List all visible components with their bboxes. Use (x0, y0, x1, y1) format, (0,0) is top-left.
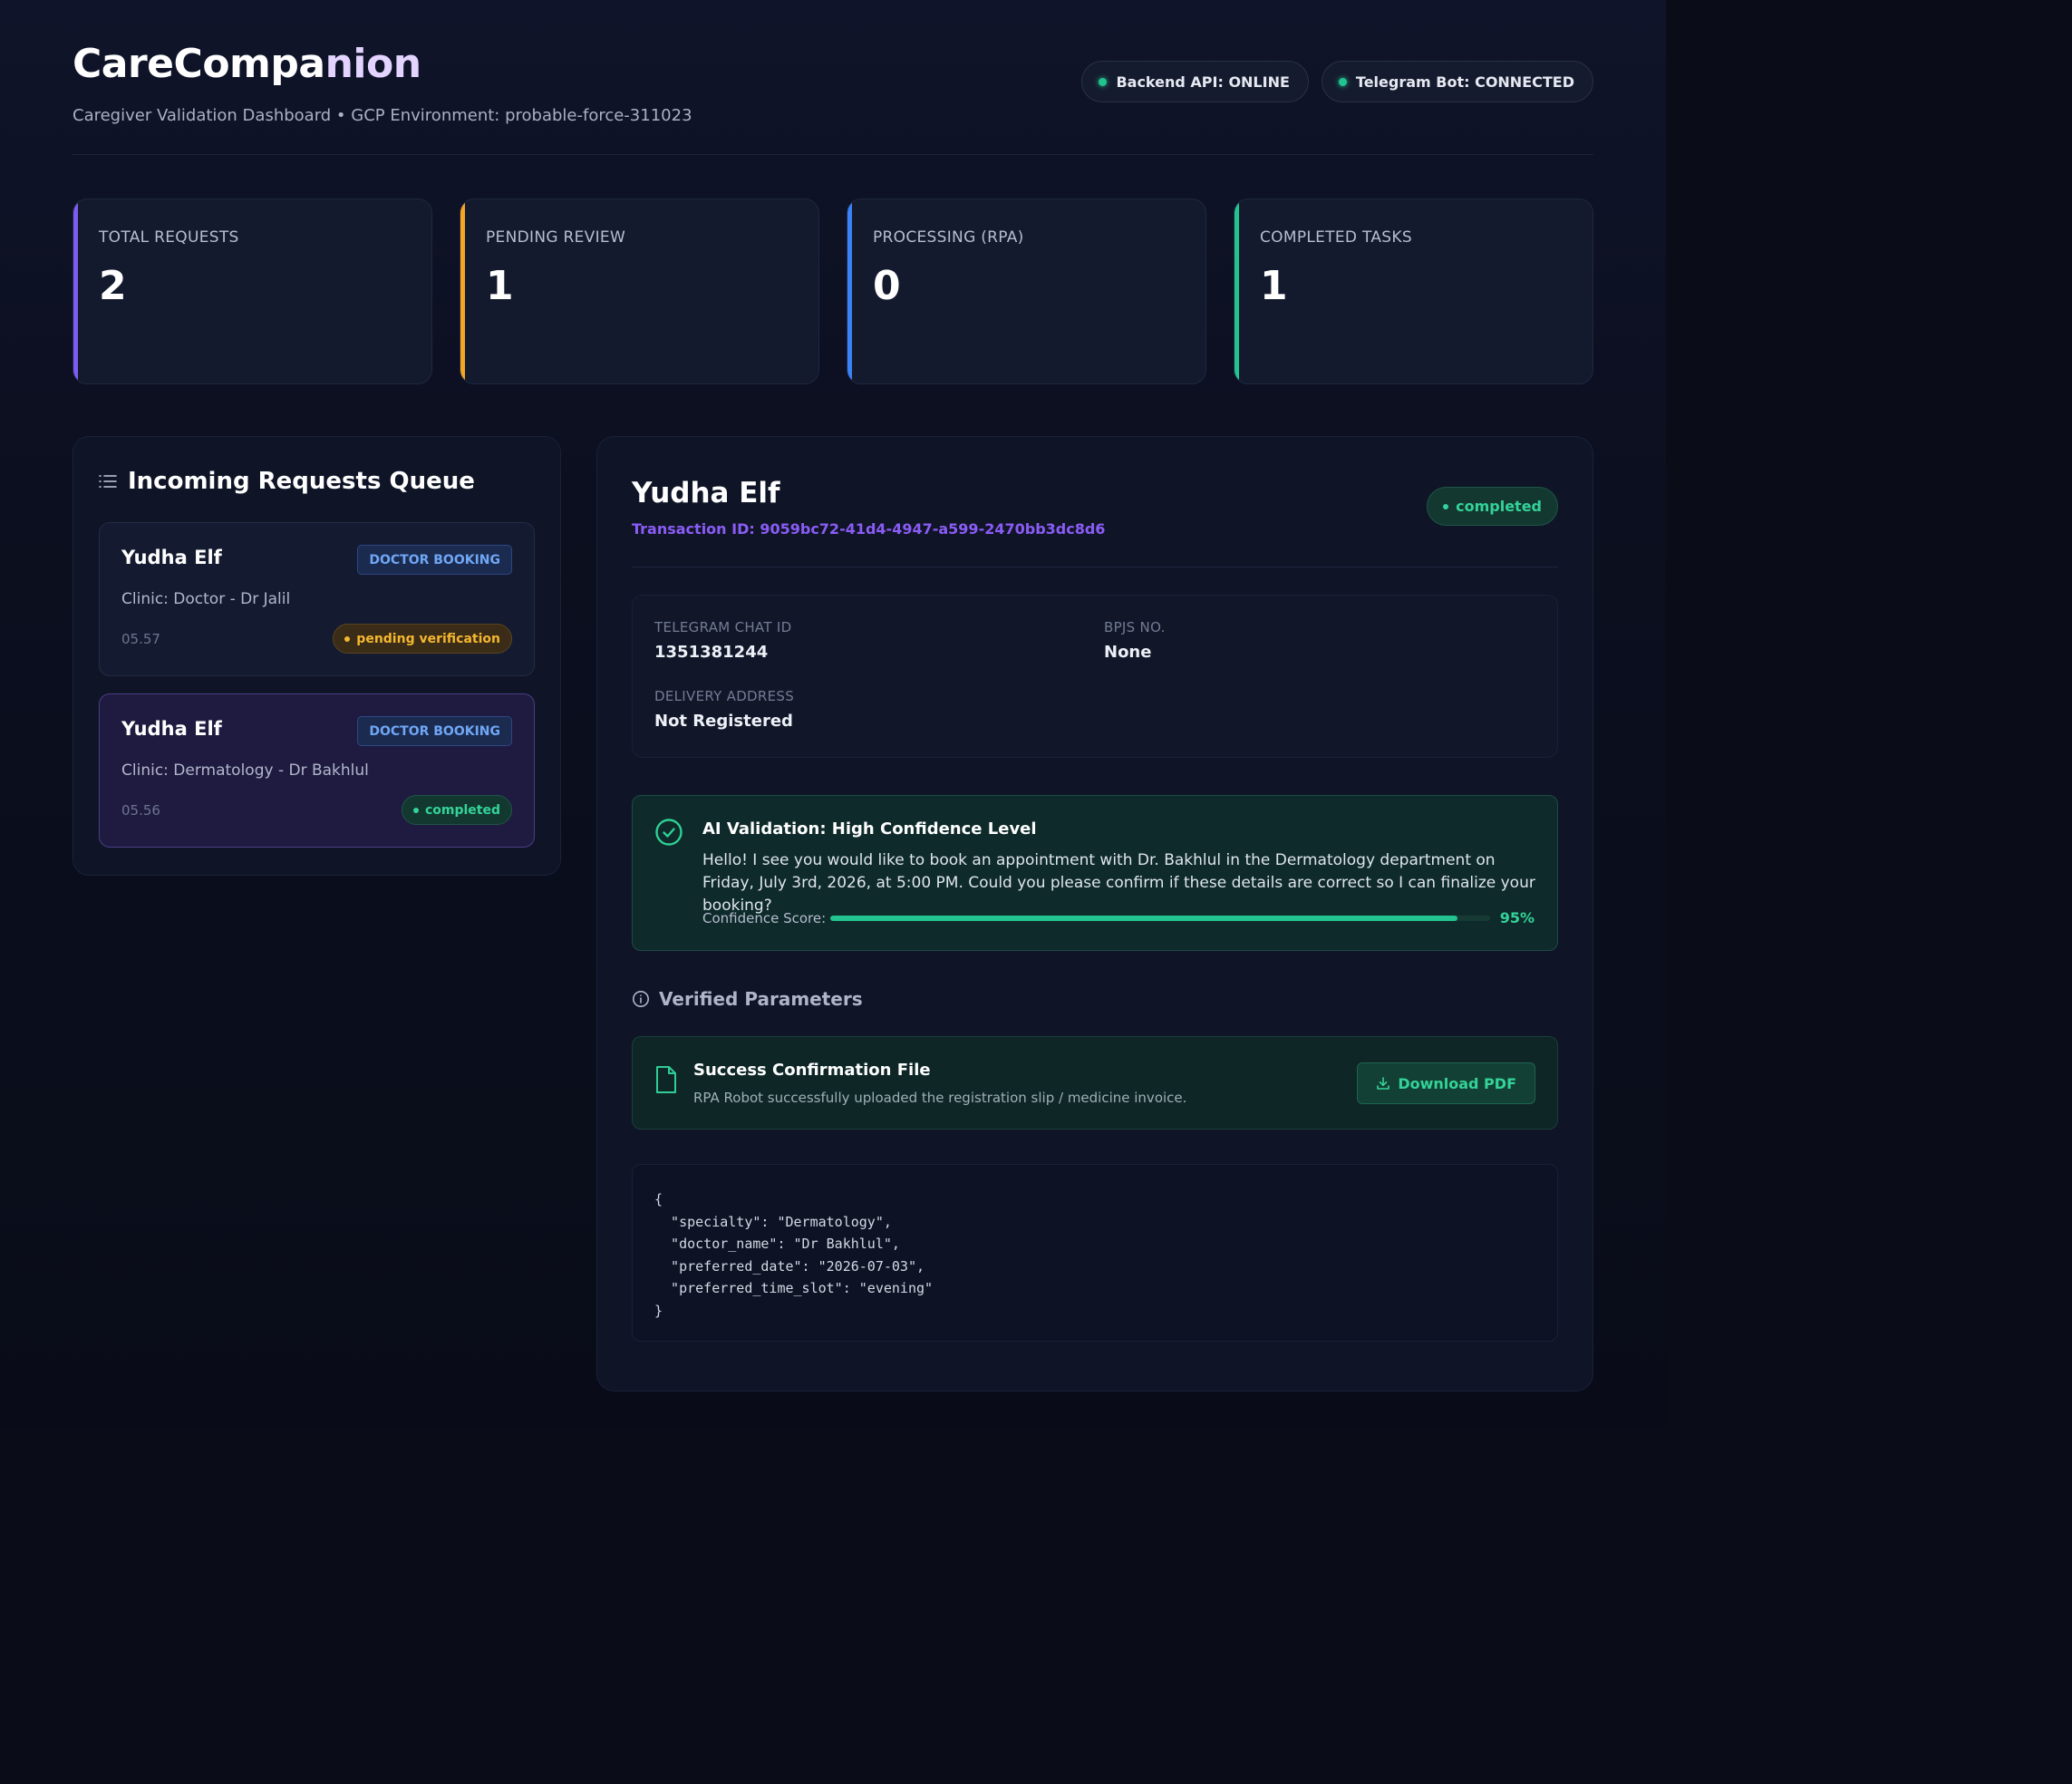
stat-value: 0 (873, 263, 901, 309)
ai-validation-card: AI Validation: High Confidence Level Hel… (632, 795, 1558, 951)
info-value: None (1104, 643, 1152, 662)
verified-parameters-label: Verified Parameters (659, 988, 863, 1010)
info-label: DELIVERY ADDRESS (654, 688, 795, 704)
request-patient-name: Yudha Elf (121, 547, 222, 568)
online-dot-icon (1338, 77, 1347, 86)
request-time: 05.56 (121, 802, 160, 819)
stat-label: TOTAL REQUESTS (99, 228, 239, 247)
stat-card-total: TOTAL REQUESTS 2 (73, 199, 432, 384)
confidence-score-value: 95% (1499, 909, 1535, 926)
page-header: CareCompanion Caregiver Validation Dashb… (73, 0, 1593, 155)
file-subtitle: RPA Robot successfully uploaded the regi… (693, 1090, 1187, 1106)
delivery-address-field: DELIVERY ADDRESS Not Registered (654, 688, 794, 731)
detail-patient-name: Yudha Elf (632, 477, 780, 509)
detail-status-label: completed (1456, 498, 1542, 515)
request-clinic: Clinic: Dermatology - Dr Bakhlul (121, 761, 369, 780)
online-dot-icon (1099, 77, 1108, 86)
status-indicators: Backend API: ONLINE Telegram Bot: CONNEC… (1081, 61, 1593, 102)
telegram-status-pill: Telegram Bot: CONNECTED (1321, 61, 1593, 102)
backend-status-label: Backend API: ONLINE (1116, 73, 1290, 91)
detail-status-badge: completed (1427, 487, 1558, 526)
request-status-badge: pending verification (333, 624, 512, 654)
confidence-score-fill (830, 916, 1457, 921)
telegram-status-label: Telegram Bot: CONNECTED (1355, 73, 1574, 91)
file-title: Success Confirmation File (693, 1061, 931, 1080)
ai-validation-title: AI Validation: High Confidence Level (702, 819, 1037, 839)
request-type-badge: DOCTOR BOOKING (357, 716, 512, 746)
confidence-score-bar (830, 916, 1490, 921)
confirmation-file-card: Success Confirmation File RPA Robot succ… (632, 1036, 1558, 1130)
request-item[interactable]: Yudha Elf DOCTOR BOOKING Clinic: Doctor … (99, 522, 535, 676)
download-pdf-label: Download PDF (1398, 1074, 1516, 1092)
request-time: 05.57 (121, 631, 160, 647)
request-clinic: Clinic: Doctor - Dr Jalil (121, 590, 291, 608)
info-value: 1351381244 (654, 643, 769, 662)
info-icon (633, 991, 649, 1007)
stat-value: 1 (1260, 263, 1288, 309)
stat-label: PROCESSING (RPA) (873, 228, 1024, 247)
check-circle-icon (655, 819, 683, 846)
request-type-badge: DOCTOR BOOKING (357, 545, 512, 575)
file-icon (656, 1066, 676, 1093)
download-pdf-button[interactable]: Download PDF (1357, 1062, 1535, 1104)
stat-value: 2 (99, 263, 127, 309)
status-dot-icon (1443, 503, 1449, 509)
stat-label: COMPLETED TASKS (1260, 228, 1412, 247)
info-label: BPJS NO. (1104, 619, 1166, 635)
request-status-badge: completed (401, 795, 512, 825)
list-icon (99, 475, 117, 488)
request-item-selected[interactable]: Yudha Elf DOCTOR BOOKING Clinic: Dermato… (99, 693, 535, 848)
request-detail-panel: Yudha Elf Transaction ID: 9059bc72-41d4-… (596, 436, 1593, 1391)
ai-validation-message: Hello! I see you would like to book an a… (702, 851, 1535, 915)
info-value: Not Registered (654, 712, 793, 731)
request-patient-name: Yudha Elf (121, 718, 222, 740)
queue-title: Incoming Requests Queue (99, 468, 535, 495)
parameters-json-block: { "specialty": "Dermatology", "doctor_na… (632, 1164, 1558, 1342)
requests-queue-panel: Incoming Requests Queue Yudha Elf DOCTOR… (73, 436, 561, 876)
stat-label: PENDING REVIEW (486, 228, 626, 247)
status-dot-icon (344, 635, 351, 642)
stat-card-processing: PROCESSING (RPA) 0 (847, 199, 1206, 384)
patient-info-card: TELEGRAM CHAT ID 1351381244 BPJS NO. Non… (632, 595, 1558, 758)
telegram-chat-field: TELEGRAM CHAT ID 1351381244 (654, 619, 791, 662)
status-dot-icon (412, 807, 419, 813)
page-subtitle: Caregiver Validation Dashboard • GCP Env… (73, 106, 692, 125)
bpjs-field: BPJS NO. None (1104, 619, 1166, 662)
request-status-label: pending verification (356, 631, 500, 646)
confidence-score-label: Confidence Score: (702, 910, 827, 926)
request-status-label: completed (424, 802, 500, 818)
transaction-id: Transaction ID: 9059bc72-41d4-4947-a599-… (632, 520, 1106, 538)
verified-parameters-heading: Verified Parameters (632, 988, 863, 1010)
download-icon (1377, 1077, 1390, 1090)
brand-logo: CareCompanion (73, 41, 421, 87)
stat-card-pending: PENDING REVIEW 1 (460, 199, 819, 384)
stat-card-completed: COMPLETED TASKS 1 (1234, 199, 1593, 384)
backend-status-pill: Backend API: ONLINE (1081, 61, 1309, 102)
info-label: TELEGRAM CHAT ID (654, 619, 792, 635)
queue-title-label: Incoming Requests Queue (128, 468, 475, 495)
stats-row: TOTAL REQUESTS 2 PENDING REVIEW 1 PROCES… (73, 199, 1593, 384)
stat-value: 1 (486, 263, 514, 309)
